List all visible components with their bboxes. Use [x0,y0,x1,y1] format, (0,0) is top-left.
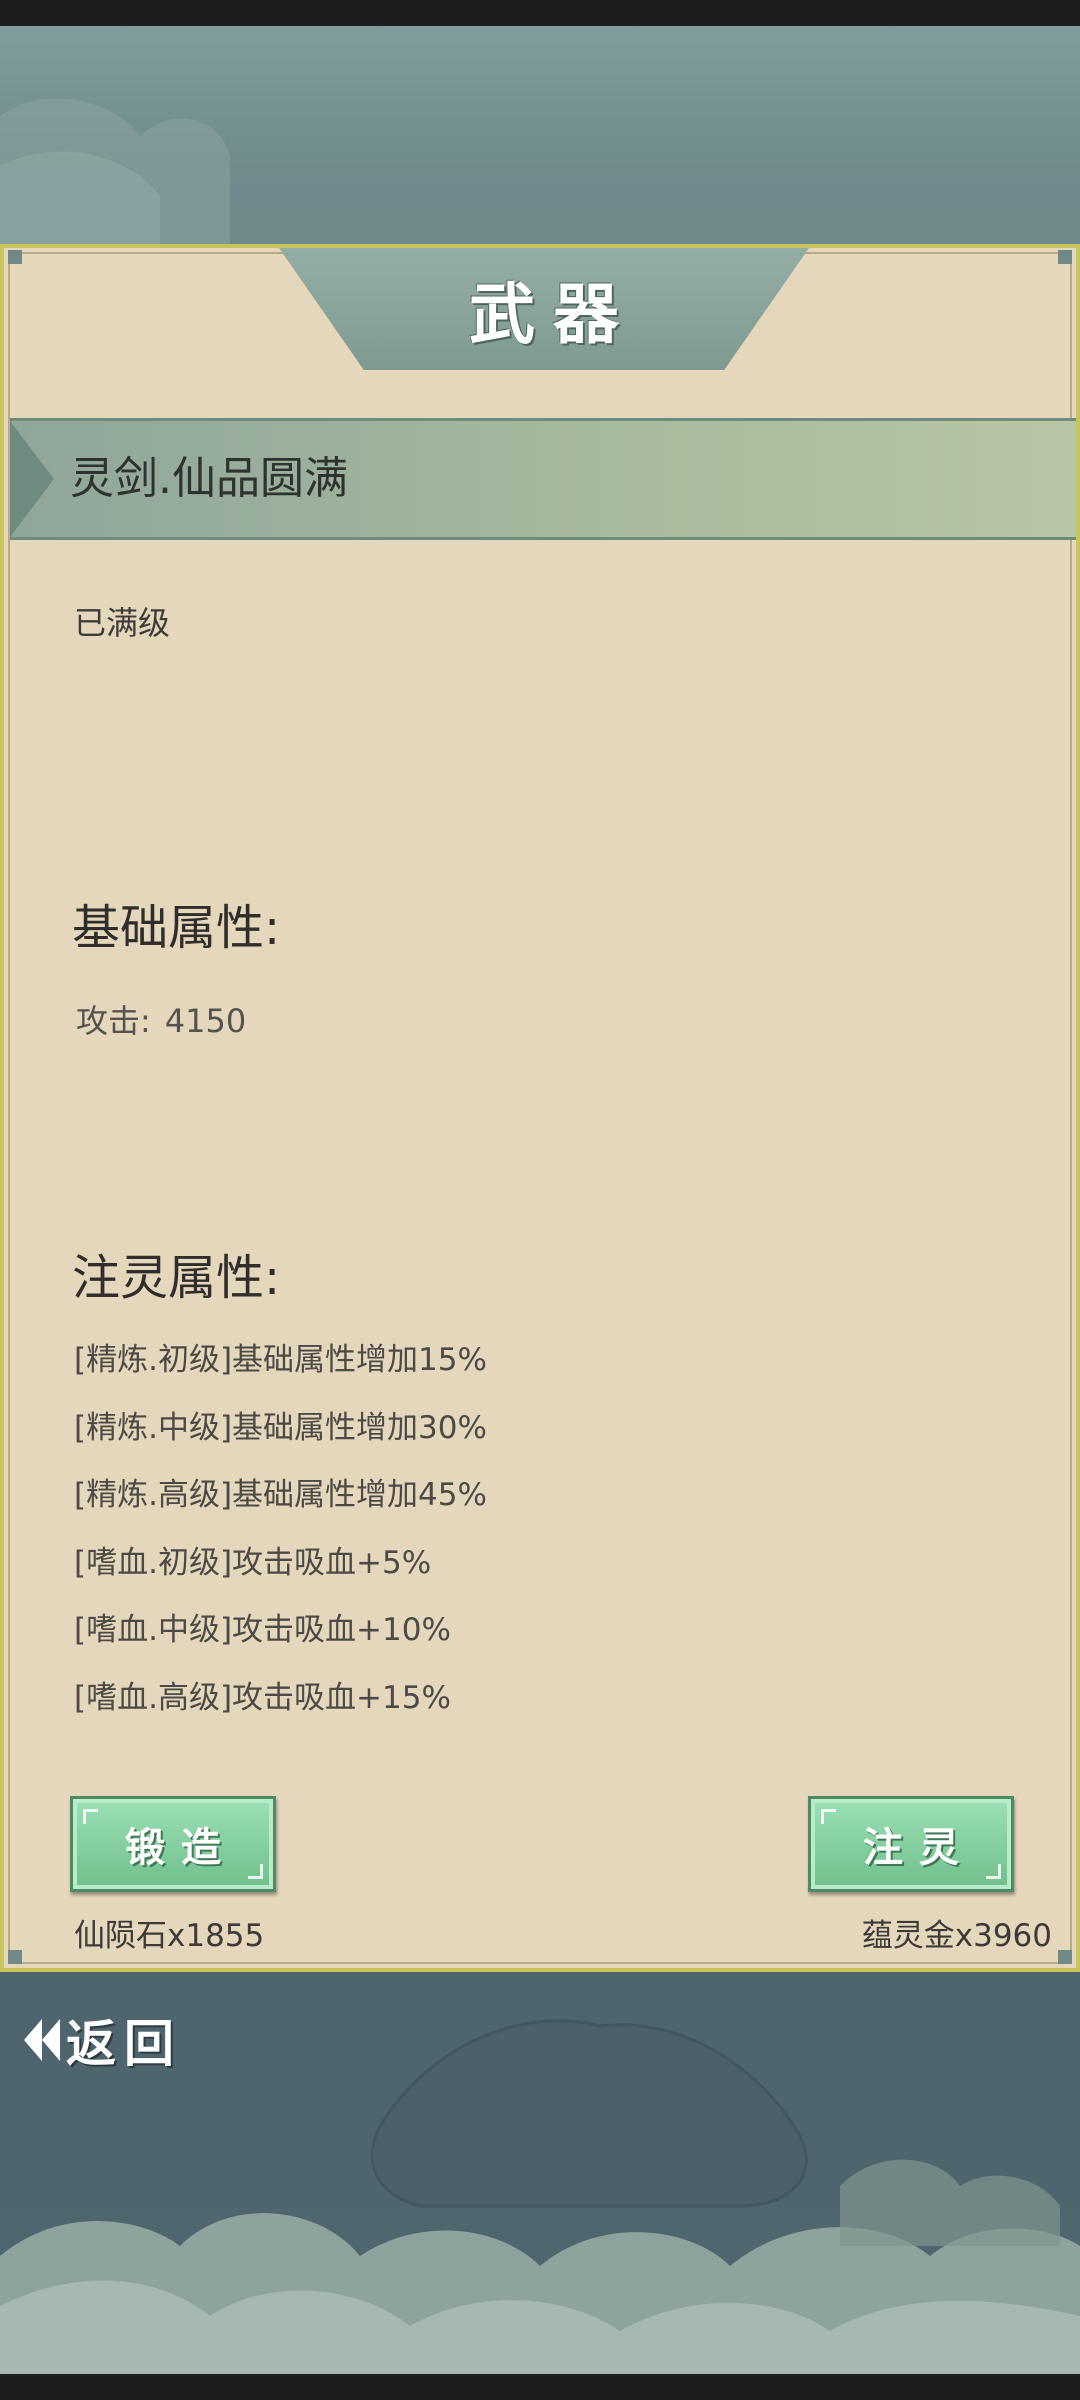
double-chevron-left-icon [24,2019,60,2061]
forge-button[interactable]: 锻造 [70,1796,276,1892]
forge-button-label: 锻造 [125,1824,237,1871]
corner-ornament [1058,1950,1072,1964]
infuse-cost: 蕴灵金x3960 [861,1918,1052,1954]
weapon-name: 灵剑.仙品圆满 [70,453,348,504]
list-item: [嗜血.高级]攻击吸血+15% [74,1679,451,1716]
list-item: [精炼.高级]基础属性增加45% [74,1477,487,1513]
navigation-bar [0,2374,1080,2400]
back-label: 返回 [66,2014,182,2073]
panel-title: 武器 [469,275,637,353]
infuse-button[interactable]: 注灵 [808,1796,1014,1892]
status-bar [0,0,1080,26]
list-item: [精炼.初级]基础属性增加15% [74,1342,487,1378]
banner-arrow-icon [10,421,54,537]
list-item: [嗜血.初级]攻击吸血+5% [74,1544,432,1581]
list-item: [嗜血.中级]攻击吸血+10% [74,1612,451,1648]
attack-value: 4150 [164,1002,247,1040]
infuse-button-label: 注灵 [863,1824,975,1871]
corner-ornament [8,250,22,264]
base-attributes-heading: 基础属性: [72,900,281,956]
weapon-name-banner: 灵剑.仙品圆满 [10,418,1076,540]
infuse-bonus-list: [精炼.初级]基础属性增加15% [精炼.中级]基础属性增加30% [精炼.高级… [74,1338,487,1743]
list-item: [精炼.中级]基础属性增加30% [74,1409,487,1446]
attack-stat: 攻击: 4150 [76,996,246,1042]
corner-ornament [1058,250,1072,264]
panel-title-tab: 武器 [279,248,809,370]
forge-cost: 仙陨石x1855 [74,1918,265,1954]
infuse-attributes-heading: 注灵属性: [72,1250,281,1306]
attack-label: 攻击: [76,1002,151,1040]
back-button[interactable]: 返回 [22,2010,182,2073]
corner-ornament [8,1950,22,1964]
weapon-panel: 武器 灵剑.仙品圆满 已满级 基础属性: 攻击: 4150 注灵属性: [精炼.初… [0,244,1080,1972]
level-status: 已满级 [74,604,171,642]
